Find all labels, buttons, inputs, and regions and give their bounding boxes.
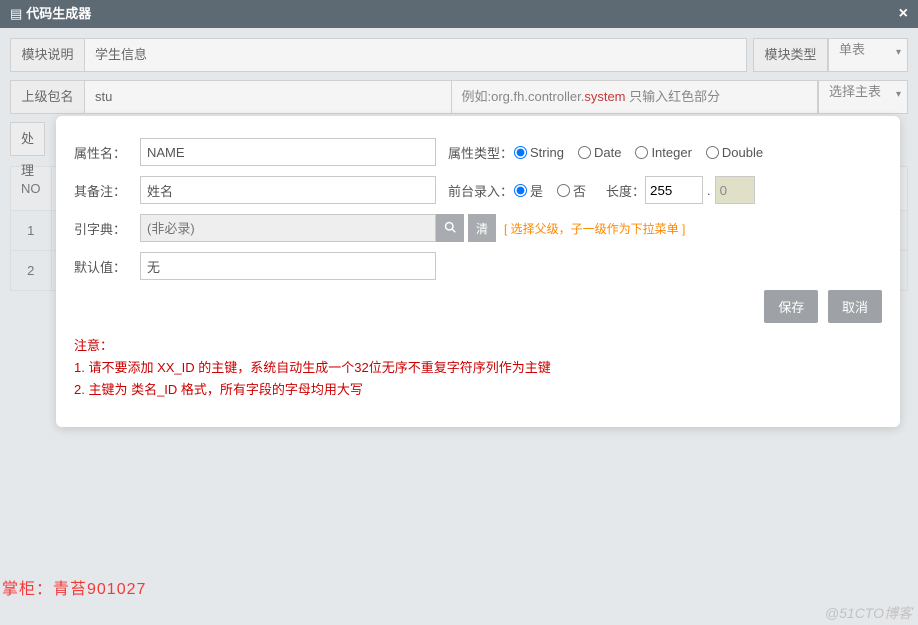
attr-type-label: 属性类型： xyxy=(448,143,514,162)
entry-group: 是 否 xyxy=(514,181,586,200)
dict-search-button[interactable] xyxy=(436,214,464,242)
warn-head: 注意： xyxy=(74,335,882,357)
default-label: 默认值： xyxy=(74,257,140,276)
length-decimal-input xyxy=(715,176,755,204)
attr-type-group: String Date Integer Double xyxy=(514,145,763,160)
radio-yes[interactable]: 是 xyxy=(514,181,543,200)
length-label: 长度： xyxy=(606,181,645,200)
attr-name-input[interactable] xyxy=(140,138,436,166)
radio-integer[interactable]: Integer xyxy=(635,145,691,160)
warning-block: 注意： 1. 请不要添加 XX_ID 的主键，系统自动生成一个32位无序不重复字… xyxy=(74,335,882,401)
close-icon[interactable]: × xyxy=(899,0,908,28)
default-input[interactable] xyxy=(140,252,436,280)
entry-label: 前台录入： xyxy=(448,181,514,200)
page-body: 模块说明 学生信息 模块类型 单表 上级包名 stu 例如:org.fh.con… xyxy=(0,28,918,625)
save-button[interactable]: 保存 xyxy=(764,290,818,323)
length-input[interactable] xyxy=(645,176,703,204)
search-icon xyxy=(444,221,456,233)
warn-line-1: 1. 请不要添加 XX_ID 的主键，系统自动生成一个32位无序不重复字符序列作… xyxy=(74,357,882,379)
window-icon: ▤ xyxy=(10,6,22,21)
warn-line-2: 2. 主键为 类名_ID 格式，所有字段的字母均用大写 xyxy=(74,379,882,401)
radio-string[interactable]: String xyxy=(514,145,564,160)
remark-label: 其备注： xyxy=(74,181,140,200)
dict-hint: [ 选择父级，子一级作为下拉菜单 ] xyxy=(504,220,685,237)
window-titlebar: ▤ 代码生成器 × xyxy=(0,0,918,28)
radio-no[interactable]: 否 xyxy=(557,181,586,200)
remark-input[interactable] xyxy=(140,176,436,204)
dict-label: 引字典： xyxy=(74,219,140,238)
attribute-modal: 属性名： 属性类型： String Date Integer Double 其备… xyxy=(56,116,900,427)
cancel-button[interactable]: 取消 xyxy=(828,290,882,323)
radio-date[interactable]: Date xyxy=(578,145,621,160)
window-title: 代码生成器 xyxy=(26,6,91,21)
dict-clear-button[interactable]: 清 xyxy=(468,214,496,242)
length-dot: . xyxy=(707,183,711,198)
dict-input[interactable] xyxy=(140,214,436,242)
attr-name-label: 属性名： xyxy=(74,143,140,162)
radio-double[interactable]: Double xyxy=(706,145,763,160)
